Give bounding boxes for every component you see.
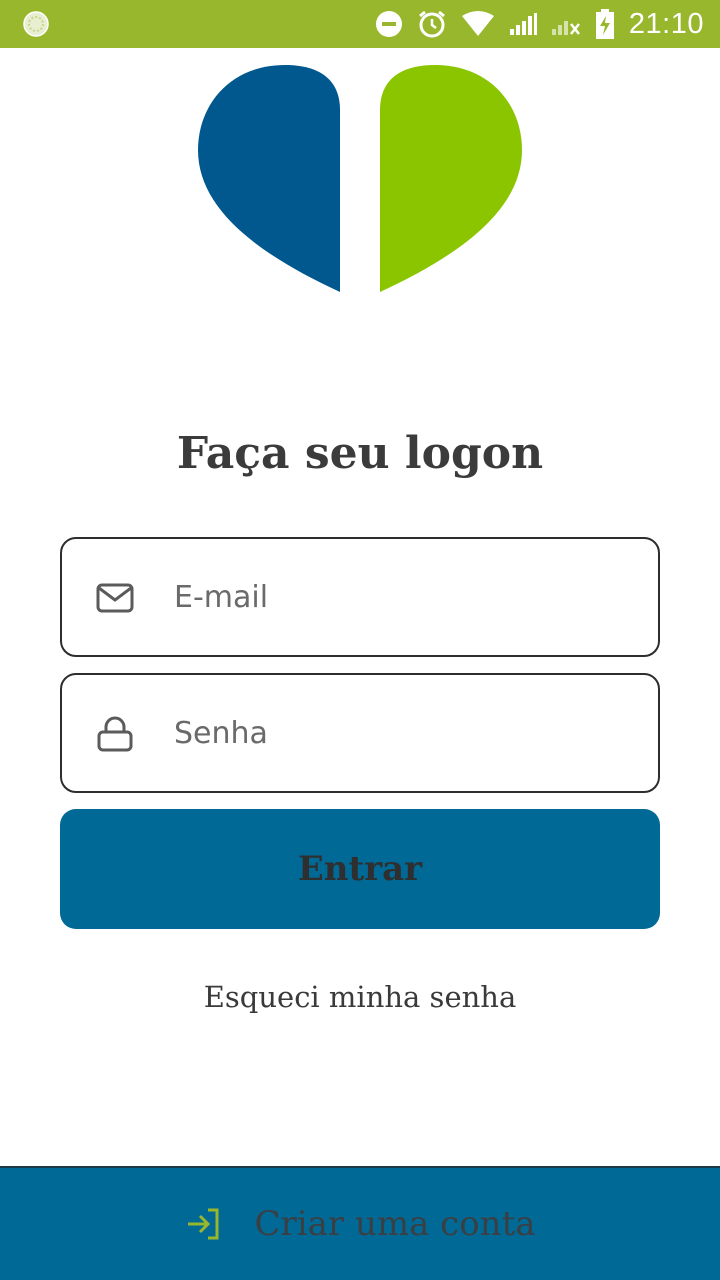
create-account-button[interactable]: Criar uma conta xyxy=(0,1166,720,1280)
password-field[interactable] xyxy=(60,673,660,793)
status-time: 21:10 xyxy=(628,7,704,40)
email-input[interactable] xyxy=(174,559,634,635)
lock-icon xyxy=(97,716,133,752)
split-heart-logo xyxy=(198,65,522,292)
status-bar: 21:10 xyxy=(0,0,720,48)
forgot-password-link[interactable]: Esqueci minha senha xyxy=(0,980,720,1014)
password-input[interactable] xyxy=(174,695,634,771)
login-button[interactable]: Entrar xyxy=(60,809,660,929)
sign-in-icon xyxy=(188,1208,219,1240)
signal-icon xyxy=(509,13,537,35)
battery-charging-icon xyxy=(595,9,614,39)
email-field[interactable] xyxy=(60,537,660,657)
create-account-label: Criar uma conta xyxy=(254,1204,536,1244)
alarm-icon xyxy=(418,10,445,38)
do-not-disturb-icon xyxy=(375,11,402,37)
app-notification-icon xyxy=(23,11,49,37)
mail-icon xyxy=(96,583,134,613)
wifi-icon xyxy=(461,11,494,36)
no-signal-icon xyxy=(551,21,580,35)
page-title: Faça seu logon xyxy=(176,428,544,479)
